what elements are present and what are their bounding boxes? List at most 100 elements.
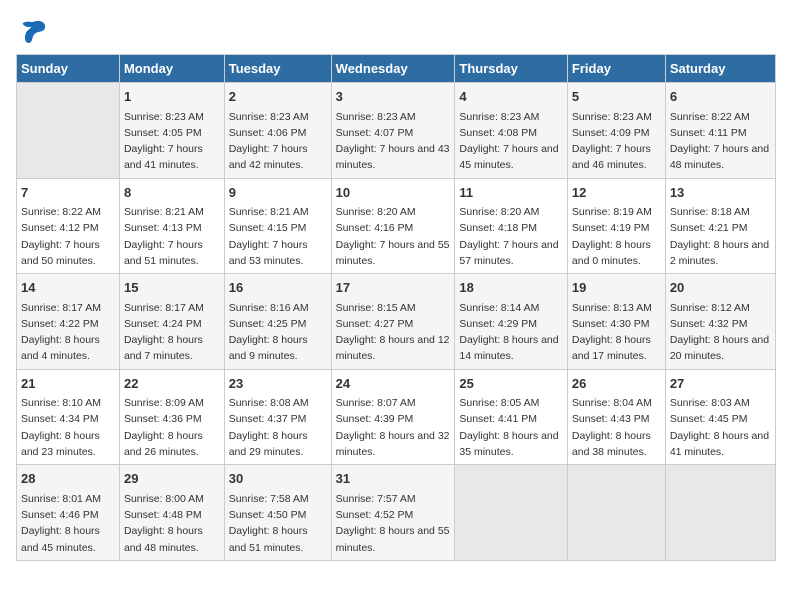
day-details: Sunrise: 8:07 AM Sunset: 4:39 PM Dayligh…	[336, 395, 451, 460]
day-details: Sunrise: 8:22 AM Sunset: 4:12 PM Dayligh…	[21, 204, 115, 269]
day-details: Sunrise: 8:16 AM Sunset: 4:25 PM Dayligh…	[229, 300, 327, 365]
day-details: Sunrise: 8:23 AM Sunset: 4:07 PM Dayligh…	[336, 109, 451, 174]
header-cell-wednesday: Wednesday	[331, 55, 455, 83]
day-cell	[567, 465, 665, 561]
day-cell: 22Sunrise: 8:09 AM Sunset: 4:36 PM Dayli…	[119, 369, 224, 465]
day-cell: 17Sunrise: 8:15 AM Sunset: 4:27 PM Dayli…	[331, 274, 455, 370]
day-details: Sunrise: 8:10 AM Sunset: 4:34 PM Dayligh…	[21, 395, 115, 460]
day-cell: 16Sunrise: 8:16 AM Sunset: 4:25 PM Dayli…	[224, 274, 331, 370]
day-details: Sunrise: 8:20 AM Sunset: 4:16 PM Dayligh…	[336, 204, 451, 269]
day-cell: 8Sunrise: 8:21 AM Sunset: 4:13 PM Daylig…	[119, 178, 224, 274]
day-details: Sunrise: 8:15 AM Sunset: 4:27 PM Dayligh…	[336, 300, 451, 365]
header-cell-sunday: Sunday	[17, 55, 120, 83]
day-number: 6	[670, 87, 771, 107]
week-row-3: 14Sunrise: 8:17 AM Sunset: 4:22 PM Dayli…	[17, 274, 776, 370]
logo-bird-icon	[18, 16, 48, 46]
day-details: Sunrise: 8:05 AM Sunset: 4:41 PM Dayligh…	[459, 395, 563, 460]
day-number: 15	[124, 278, 220, 298]
day-number: 10	[336, 183, 451, 203]
day-number: 24	[336, 374, 451, 394]
day-number: 25	[459, 374, 563, 394]
day-details: Sunrise: 7:58 AM Sunset: 4:50 PM Dayligh…	[229, 491, 327, 556]
day-cell: 12Sunrise: 8:19 AM Sunset: 4:19 PM Dayli…	[567, 178, 665, 274]
day-number: 7	[21, 183, 115, 203]
day-details: Sunrise: 8:23 AM Sunset: 4:08 PM Dayligh…	[459, 109, 563, 174]
day-number: 26	[572, 374, 661, 394]
day-details: Sunrise: 8:12 AM Sunset: 4:32 PM Dayligh…	[670, 300, 771, 365]
day-details: Sunrise: 8:19 AM Sunset: 4:19 PM Dayligh…	[572, 204, 661, 269]
day-details: Sunrise: 8:18 AM Sunset: 4:21 PM Dayligh…	[670, 204, 771, 269]
day-cell: 6Sunrise: 8:22 AM Sunset: 4:11 PM Daylig…	[665, 83, 775, 179]
header-row: SundayMondayTuesdayWednesdayThursdayFrid…	[17, 55, 776, 83]
day-cell: 25Sunrise: 8:05 AM Sunset: 4:41 PM Dayli…	[455, 369, 568, 465]
header-cell-saturday: Saturday	[665, 55, 775, 83]
day-details: Sunrise: 8:21 AM Sunset: 4:13 PM Dayligh…	[124, 204, 220, 269]
day-cell: 28Sunrise: 8:01 AM Sunset: 4:46 PM Dayli…	[17, 465, 120, 561]
day-cell: 24Sunrise: 8:07 AM Sunset: 4:39 PM Dayli…	[331, 369, 455, 465]
day-cell: 30Sunrise: 7:58 AM Sunset: 4:50 PM Dayli…	[224, 465, 331, 561]
day-details: Sunrise: 8:09 AM Sunset: 4:36 PM Dayligh…	[124, 395, 220, 460]
day-number: 27	[670, 374, 771, 394]
day-cell	[665, 465, 775, 561]
day-cell: 13Sunrise: 8:18 AM Sunset: 4:21 PM Dayli…	[665, 178, 775, 274]
day-cell	[17, 83, 120, 179]
day-number: 3	[336, 87, 451, 107]
day-number: 12	[572, 183, 661, 203]
day-cell: 9Sunrise: 8:21 AM Sunset: 4:15 PM Daylig…	[224, 178, 331, 274]
day-cell: 14Sunrise: 8:17 AM Sunset: 4:22 PM Dayli…	[17, 274, 120, 370]
calendar-table: SundayMondayTuesdayWednesdayThursdayFrid…	[16, 54, 776, 561]
day-details: Sunrise: 8:20 AM Sunset: 4:18 PM Dayligh…	[459, 204, 563, 269]
day-number: 11	[459, 183, 563, 203]
week-row-5: 28Sunrise: 8:01 AM Sunset: 4:46 PM Dayli…	[17, 465, 776, 561]
day-details: Sunrise: 7:57 AM Sunset: 4:52 PM Dayligh…	[336, 491, 451, 556]
day-details: Sunrise: 8:14 AM Sunset: 4:29 PM Dayligh…	[459, 300, 563, 365]
day-details: Sunrise: 8:23 AM Sunset: 4:06 PM Dayligh…	[229, 109, 327, 174]
day-cell: 1Sunrise: 8:23 AM Sunset: 4:05 PM Daylig…	[119, 83, 224, 179]
day-details: Sunrise: 8:17 AM Sunset: 4:22 PM Dayligh…	[21, 300, 115, 365]
day-number: 30	[229, 469, 327, 489]
day-details: Sunrise: 8:08 AM Sunset: 4:37 PM Dayligh…	[229, 395, 327, 460]
day-details: Sunrise: 8:22 AM Sunset: 4:11 PM Dayligh…	[670, 109, 771, 174]
day-details: Sunrise: 8:21 AM Sunset: 4:15 PM Dayligh…	[229, 204, 327, 269]
day-cell: 23Sunrise: 8:08 AM Sunset: 4:37 PM Dayli…	[224, 369, 331, 465]
day-cell: 2Sunrise: 8:23 AM Sunset: 4:06 PM Daylig…	[224, 83, 331, 179]
day-cell: 7Sunrise: 8:22 AM Sunset: 4:12 PM Daylig…	[17, 178, 120, 274]
week-row-1: 1Sunrise: 8:23 AM Sunset: 4:05 PM Daylig…	[17, 83, 776, 179]
day-number: 17	[336, 278, 451, 298]
day-cell: 29Sunrise: 8:00 AM Sunset: 4:48 PM Dayli…	[119, 465, 224, 561]
day-cell: 11Sunrise: 8:20 AM Sunset: 4:18 PM Dayli…	[455, 178, 568, 274]
day-number: 2	[229, 87, 327, 107]
header-cell-monday: Monday	[119, 55, 224, 83]
day-cell: 10Sunrise: 8:20 AM Sunset: 4:16 PM Dayli…	[331, 178, 455, 274]
day-cell: 19Sunrise: 8:13 AM Sunset: 4:30 PM Dayli…	[567, 274, 665, 370]
day-number: 21	[21, 374, 115, 394]
day-number: 31	[336, 469, 451, 489]
day-number: 22	[124, 374, 220, 394]
day-cell: 27Sunrise: 8:03 AM Sunset: 4:45 PM Dayli…	[665, 369, 775, 465]
day-number: 29	[124, 469, 220, 489]
day-number: 13	[670, 183, 771, 203]
day-details: Sunrise: 8:00 AM Sunset: 4:48 PM Dayligh…	[124, 491, 220, 556]
header-cell-friday: Friday	[567, 55, 665, 83]
day-details: Sunrise: 8:03 AM Sunset: 4:45 PM Dayligh…	[670, 395, 771, 460]
day-details: Sunrise: 8:04 AM Sunset: 4:43 PM Dayligh…	[572, 395, 661, 460]
logo	[16, 16, 48, 46]
day-number: 28	[21, 469, 115, 489]
day-number: 8	[124, 183, 220, 203]
day-cell: 15Sunrise: 8:17 AM Sunset: 4:24 PM Dayli…	[119, 274, 224, 370]
day-number: 4	[459, 87, 563, 107]
day-cell	[455, 465, 568, 561]
day-number: 5	[572, 87, 661, 107]
day-cell: 18Sunrise: 8:14 AM Sunset: 4:29 PM Dayli…	[455, 274, 568, 370]
day-number: 19	[572, 278, 661, 298]
day-cell: 20Sunrise: 8:12 AM Sunset: 4:32 PM Dayli…	[665, 274, 775, 370]
day-details: Sunrise: 8:23 AM Sunset: 4:09 PM Dayligh…	[572, 109, 661, 174]
day-cell: 31Sunrise: 7:57 AM Sunset: 4:52 PM Dayli…	[331, 465, 455, 561]
day-number: 14	[21, 278, 115, 298]
day-cell: 21Sunrise: 8:10 AM Sunset: 4:34 PM Dayli…	[17, 369, 120, 465]
day-number: 18	[459, 278, 563, 298]
header-cell-thursday: Thursday	[455, 55, 568, 83]
day-cell: 26Sunrise: 8:04 AM Sunset: 4:43 PM Dayli…	[567, 369, 665, 465]
day-number: 1	[124, 87, 220, 107]
week-row-2: 7Sunrise: 8:22 AM Sunset: 4:12 PM Daylig…	[17, 178, 776, 274]
